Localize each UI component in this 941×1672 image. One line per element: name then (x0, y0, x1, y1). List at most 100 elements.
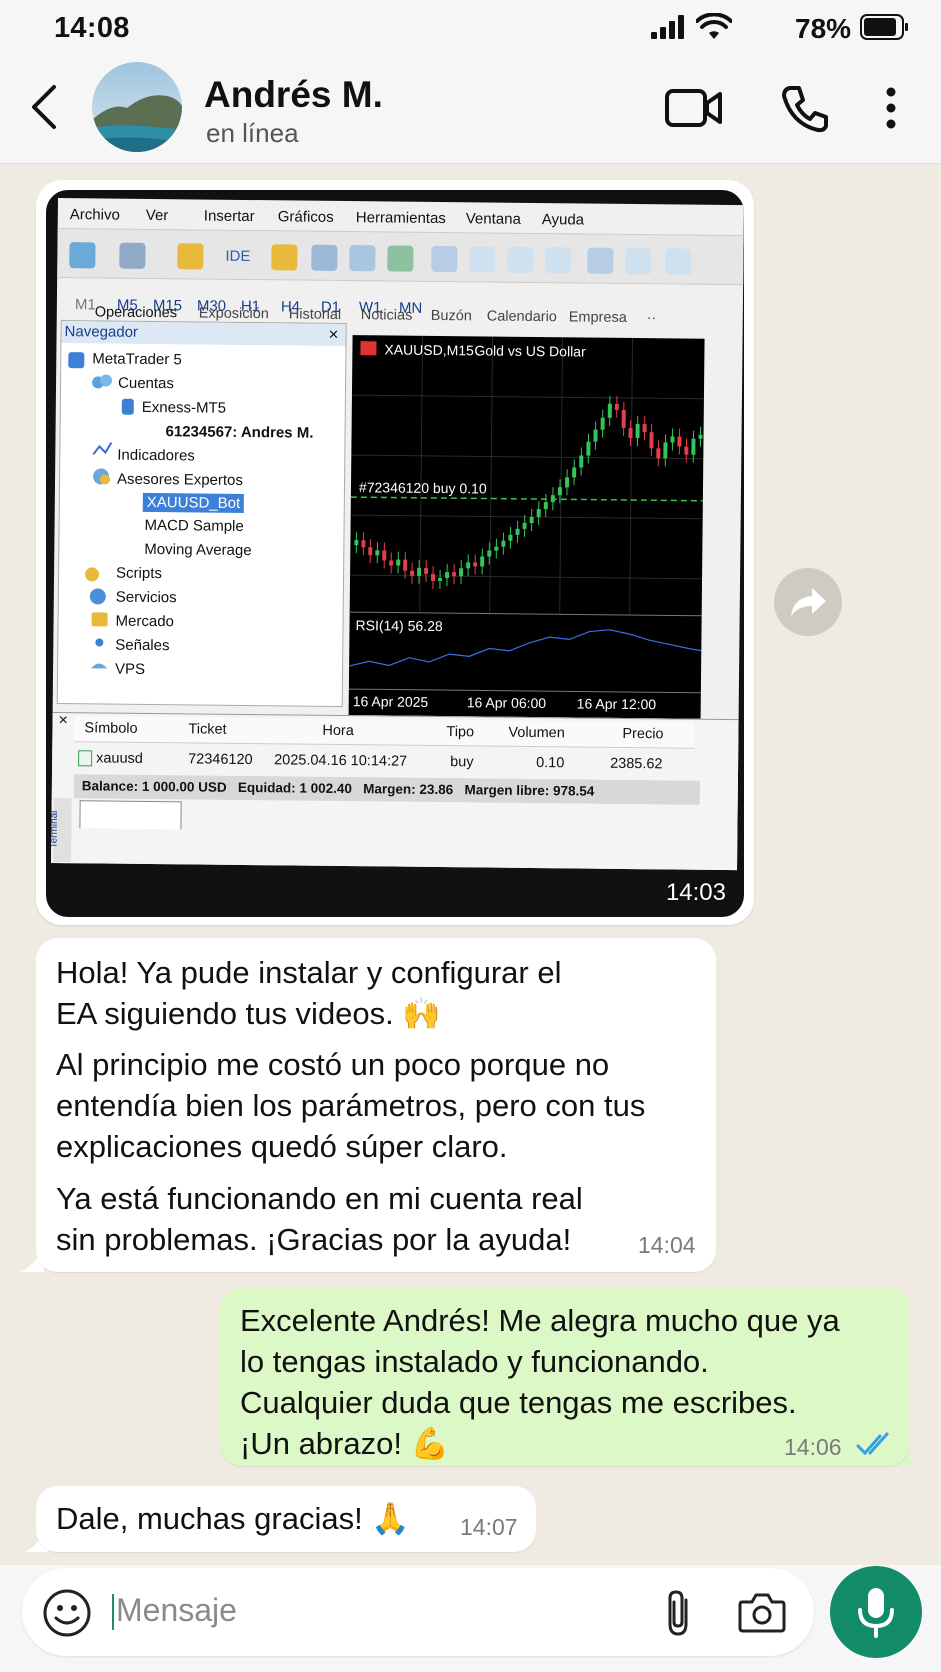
candle-body (403, 559, 408, 571)
cloud-icon (349, 245, 376, 272)
cell-symbol: xauusd (96, 750, 143, 767)
attach-icon[interactable] (662, 1588, 698, 1638)
candle-body (424, 567, 429, 574)
chart-date: 16 Apr 12:00 (576, 695, 657, 713)
forward-icon (791, 588, 826, 616)
algo-trading-icon (177, 243, 204, 270)
candle-body (508, 534, 513, 541)
contact-name[interactable]: Andrés M. (204, 74, 383, 116)
contact-status: en línea (206, 118, 299, 148)
line-chart-icon (665, 248, 692, 275)
chart-date: 16 Apr 2025 (352, 693, 429, 710)
tab-active-bg (79, 800, 182, 830)
candle-body (361, 540, 366, 548)
read-ticks-icon (856, 1432, 889, 1456)
candle-body (522, 522, 527, 529)
candle-body (487, 550, 492, 557)
emoji-icon[interactable] (42, 1588, 92, 1638)
battery-icon (860, 14, 908, 40)
position-icon (78, 750, 93, 767)
candle-body (691, 438, 696, 455)
message-bubble-in[interactable]: Dale, muchas gracias! 🙏 14:07 (36, 1486, 536, 1552)
order-line-label: #72346120 buy 0.10 (358, 479, 487, 497)
mt5-menu-item: Insertar (203, 207, 255, 226)
candle-body (698, 434, 703, 439)
back-icon[interactable] (28, 84, 60, 130)
profiles-icon (119, 242, 146, 269)
candle-body (536, 509, 541, 518)
message-text: Hola! Ya pude instalar y configurar el E… (56, 955, 562, 1031)
signal-icon (651, 15, 684, 39)
tab-news: Noticias (360, 307, 413, 324)
candle-body (431, 573, 436, 581)
col-header: Volumen (508, 724, 565, 742)
candle-body (557, 487, 562, 496)
candle-body (621, 409, 626, 428)
cell-type: buy (450, 754, 474, 771)
candle-body (579, 455, 584, 468)
candles-icon (587, 247, 614, 274)
signal-tool-icon (387, 245, 414, 272)
status-time: 14:08 (54, 12, 130, 44)
candle-body (628, 427, 633, 439)
candle-body (445, 572, 450, 579)
message-time: 14:06 (784, 1434, 842, 1460)
terminal-close-icon: × (58, 712, 68, 730)
navigator-close-icon: × (328, 324, 339, 344)
navigator-title: Navegador (64, 323, 139, 341)
mt5-menu-item: Archivo (69, 206, 120, 224)
candle-body (452, 572, 457, 577)
toolbar-icon (311, 244, 338, 271)
cell-ticket: 72346120 (188, 751, 253, 769)
message-text: Excelente Andrés! Me alegra mucho que ya… (240, 1303, 840, 1461)
price-chart: XAUUSD,M15 Gold vs US Dollar #72346120 b… (348, 335, 705, 719)
crosshair-icon (469, 246, 496, 273)
candle-body (466, 562, 471, 569)
candle-body (607, 403, 612, 418)
image-message[interactable]: Archivo Ver Insertar Gráficos Herramient… (46, 190, 744, 917)
message-time: 14:07 (460, 1514, 518, 1540)
forward-button[interactable] (774, 568, 842, 636)
bars-icon (625, 247, 652, 275)
phone-icon[interactable] (780, 84, 830, 134)
candle-body (670, 436, 675, 443)
mt5-menu-item: Herramientas (355, 209, 446, 228)
message-bubble-in[interactable]: Hola! Ya pude instalar y configurar el E… (36, 938, 716, 1272)
candle-body (642, 424, 647, 433)
battery-percent: 78% (795, 13, 852, 44)
candle-body (438, 578, 443, 582)
text-cursor (112, 1594, 114, 1630)
mt5-menu-item: Ver (145, 206, 169, 225)
candle-body (368, 547, 373, 556)
microphone-icon (858, 1588, 894, 1638)
candle-body (649, 432, 654, 449)
candle-body (684, 446, 689, 455)
camera-icon[interactable] (738, 1590, 786, 1634)
cell-time: 2025.04.16 10:14:27 (274, 752, 408, 770)
candle-body (656, 448, 661, 459)
candle-body (410, 570, 415, 576)
lock-icon (271, 244, 298, 271)
rsi-label: RSI(14) 56.28 (355, 617, 443, 635)
candle-body (501, 540, 506, 547)
voice-message-button[interactable] (830, 1566, 922, 1658)
tab-more: ·· (646, 310, 657, 327)
message-input[interactable]: Mensaje (22, 1568, 814, 1656)
candle-body (473, 562, 478, 567)
candle-body (593, 429, 598, 442)
candle-body (677, 436, 682, 447)
message-bubble-out[interactable]: Excelente Andrés! Me alegra mucho que ya… (220, 1288, 910, 1466)
candle-body (515, 528, 520, 535)
video-call-icon[interactable] (664, 86, 724, 130)
tab-exposure: Exposición (198, 305, 270, 323)
tab-history: Historial (288, 306, 342, 323)
candle-body (375, 550, 380, 556)
fit-icon (545, 247, 572, 274)
avatar[interactable] (92, 62, 182, 152)
candle-body (550, 495, 555, 503)
ide-button: IDE (225, 247, 251, 266)
col-header: Tipo (446, 724, 475, 741)
zoom-icon (507, 246, 534, 273)
message-placeholder: Mensaje (116, 1592, 237, 1628)
more-options-icon[interactable] (884, 86, 898, 130)
